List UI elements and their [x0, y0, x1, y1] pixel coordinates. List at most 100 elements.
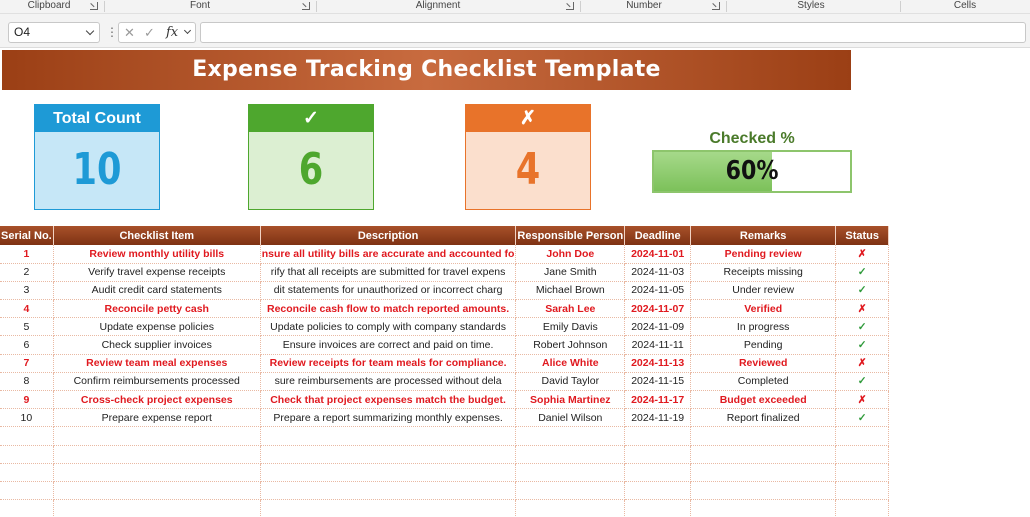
cell-description[interactable]: Prepare a report summarizing monthly exp… [260, 408, 517, 428]
cell-remarks[interactable]: Under review [690, 281, 837, 301]
empty-cell[interactable] [690, 499, 837, 517]
cell-serial[interactable]: 2 [0, 263, 54, 282]
empty-cell[interactable] [690, 445, 837, 464]
cell-description[interactable]: Review receipts for team meals for compl… [260, 354, 517, 373]
formula-input[interactable] [200, 22, 1026, 43]
cell-description[interactable]: sure reimbursements are processed withou… [260, 372, 517, 392]
cell-person[interactable]: Daniel Wilson [515, 408, 626, 428]
empty-cell[interactable] [624, 481, 692, 501]
cell-status[interactable]: ✓ [835, 263, 890, 282]
cell-item[interactable]: Verify travel expense receipts [53, 263, 261, 282]
empty-cell[interactable] [0, 499, 54, 517]
cell-description[interactable]: nsure all utility bills are accurate and… [260, 245, 517, 264]
cell-status[interactable]: ✗ [835, 354, 890, 373]
empty-cell[interactable] [53, 481, 261, 501]
empty-cell[interactable] [624, 499, 692, 517]
col-header-item[interactable]: Checklist Item [53, 226, 261, 245]
cell-person[interactable]: Jane Smith [515, 263, 626, 282]
empty-cell[interactable] [690, 481, 837, 501]
empty-cell[interactable] [835, 445, 890, 464]
cell-item[interactable]: Cross-check project expenses [53, 390, 261, 410]
cell-description[interactable]: rify that all receipts are submitted for… [260, 263, 517, 282]
cell-status[interactable]: ✓ [835, 281, 890, 301]
empty-cell[interactable] [260, 481, 517, 501]
col-header-deadline[interactable]: Deadline [624, 226, 692, 245]
cell-person[interactable]: Emily Davis [515, 317, 626, 337]
empty-cell[interactable] [53, 499, 261, 517]
cell-serial[interactable]: 9 [0, 390, 54, 410]
number-launcher-icon[interactable] [712, 2, 720, 10]
cell-status[interactable]: ✗ [835, 390, 890, 410]
empty-cell[interactable] [690, 463, 837, 482]
cell-remarks[interactable]: Report finalized [690, 408, 837, 428]
empty-cell[interactable] [624, 463, 692, 482]
cell-item[interactable]: Review monthly utility bills [53, 245, 261, 264]
empty-cell[interactable] [624, 426, 692, 446]
cell-item[interactable]: Prepare expense report [53, 408, 261, 428]
cell-description[interactable]: Check that project expenses match the bu… [260, 390, 517, 410]
check-icon[interactable]: ✓ [144, 25, 155, 41]
cell-person[interactable]: Michael Brown [515, 281, 626, 301]
insert-function-icon[interactable]: fx [166, 25, 178, 41]
empty-cell[interactable] [515, 499, 626, 517]
cell-description[interactable]: dit statements for unauthorized or incor… [260, 281, 517, 301]
cell-serial[interactable]: 6 [0, 335, 54, 355]
cell-item[interactable]: Update expense policies [53, 317, 261, 337]
empty-cell[interactable] [260, 463, 517, 482]
name-box[interactable]: O4 [8, 22, 100, 43]
col-header-status[interactable]: Status [835, 226, 890, 245]
empty-cell[interactable] [0, 463, 54, 482]
empty-cell[interactable] [835, 426, 890, 446]
cell-deadline[interactable]: 2024-11-03 [624, 263, 692, 282]
empty-cell[interactable] [0, 426, 54, 446]
cell-deadline[interactable]: 2024-11-17 [624, 390, 692, 410]
empty-cell[interactable] [515, 426, 626, 446]
empty-cell[interactable] [835, 481, 890, 501]
more-options-icon[interactable]: ⋮ [106, 26, 118, 38]
empty-cell[interactable] [0, 445, 54, 464]
cell-person[interactable]: David Taylor [515, 372, 626, 392]
col-header-description[interactable]: Description [260, 226, 517, 245]
empty-cell[interactable] [0, 481, 54, 501]
cell-deadline[interactable]: 2024-11-05 [624, 281, 692, 301]
cell-serial[interactable]: 5 [0, 317, 54, 337]
cell-deadline[interactable]: 2024-11-19 [624, 408, 692, 428]
cell-remarks[interactable]: Verified [690, 299, 837, 319]
cell-remarks[interactable]: Budget exceeded [690, 390, 837, 410]
cell-item[interactable]: Review team meal expenses [53, 354, 261, 373]
empty-cell[interactable] [515, 445, 626, 464]
worksheet[interactable]: Expense Tracking Checklist Template Tota… [0, 48, 1030, 517]
cell-serial[interactable]: 8 [0, 372, 54, 392]
font-launcher-icon[interactable] [302, 2, 310, 10]
cell-item[interactable]: Reconcile petty cash [53, 299, 261, 319]
cell-item[interactable]: Check supplier invoices [53, 335, 261, 355]
cell-status[interactable]: ✗ [835, 245, 890, 264]
cell-remarks[interactable]: Reviewed [690, 354, 837, 373]
empty-cell[interactable] [515, 481, 626, 501]
cell-item[interactable]: Audit credit card statements [53, 281, 261, 301]
cell-description[interactable]: Update policies to comply with company s… [260, 317, 517, 337]
cell-remarks[interactable]: Completed [690, 372, 837, 392]
cell-item[interactable]: Confirm reimbursements processed [53, 372, 261, 392]
alignment-launcher-icon[interactable] [566, 2, 574, 10]
chevron-down-icon[interactable] [183, 26, 192, 35]
cell-remarks[interactable]: In progress [690, 317, 837, 337]
empty-cell[interactable] [53, 426, 261, 446]
cell-description[interactable]: Reconcile cash flow to match reported am… [260, 299, 517, 319]
empty-cell[interactable] [260, 445, 517, 464]
cell-deadline[interactable]: 2024-11-01 [624, 245, 692, 264]
cell-deadline[interactable]: 2024-11-15 [624, 372, 692, 392]
cell-deadline[interactable]: 2024-11-13 [624, 354, 692, 373]
cell-serial[interactable]: 4 [0, 299, 54, 319]
cell-deadline[interactable]: 2024-11-07 [624, 299, 692, 319]
cell-status[interactable]: ✓ [835, 317, 890, 337]
cell-status[interactable]: ✗ [835, 299, 890, 319]
empty-cell[interactable] [835, 463, 890, 482]
cell-serial[interactable]: 10 [0, 408, 54, 428]
empty-cell[interactable] [835, 499, 890, 517]
empty-cell[interactable] [53, 463, 261, 482]
empty-cell[interactable] [260, 426, 517, 446]
cell-description[interactable]: Ensure invoices are correct and paid on … [260, 335, 517, 355]
col-header-person[interactable]: Responsible Person [515, 226, 626, 245]
cell-deadline[interactable]: 2024-11-09 [624, 317, 692, 337]
